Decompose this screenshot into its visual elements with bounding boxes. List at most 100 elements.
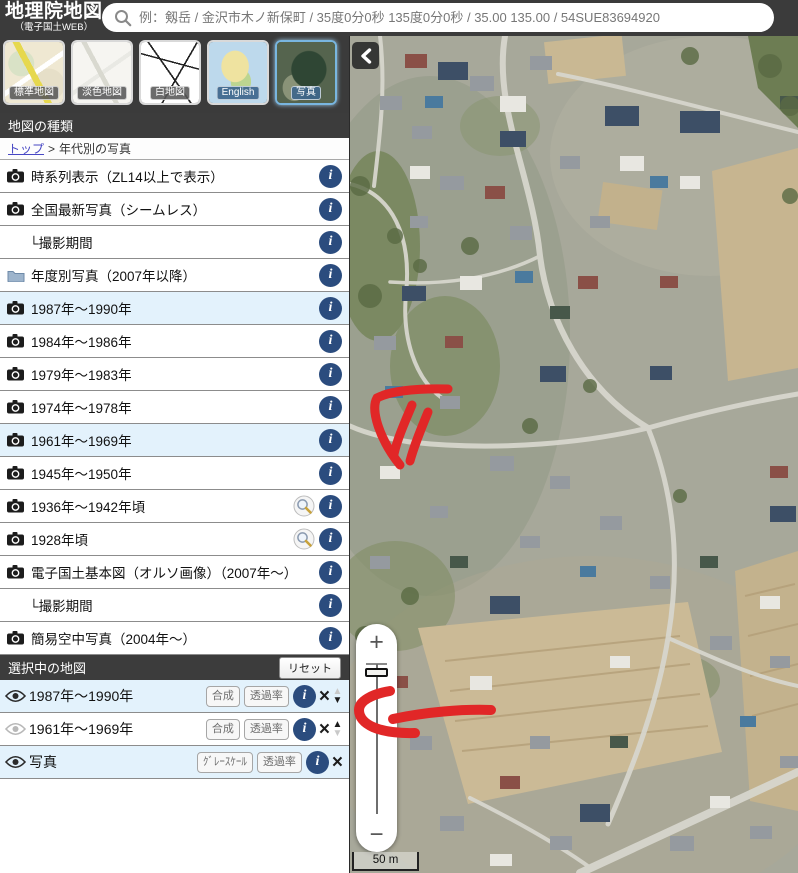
info-icon[interactable]: i bbox=[319, 264, 342, 287]
map-type-item[interactable]: 1974年～1978年 i bbox=[0, 391, 349, 424]
app-header: 地理院地図 （電子国土WEB） bbox=[0, 0, 798, 36]
zoom-in-button[interactable]: + bbox=[356, 626, 397, 658]
map-type-label: 1936年～1942年頃 bbox=[31, 496, 291, 516]
map-type-item[interactable]: └撮影期間 i bbox=[0, 589, 349, 622]
map-scale-bar: 50 m bbox=[352, 852, 419, 871]
basemap-label: English bbox=[217, 86, 260, 100]
visibility-eye-icon-hidden[interactable] bbox=[5, 722, 29, 736]
basemap-thumb-photo[interactable]: 写真 bbox=[275, 40, 337, 105]
chevron-left-icon bbox=[359, 48, 373, 64]
magnifier-icon[interactable] bbox=[293, 495, 315, 517]
info-icon[interactable]: i bbox=[319, 528, 342, 551]
collapse-sidebar-button[interactable] bbox=[352, 42, 379, 69]
map-type-label: 1974年～1978年 bbox=[31, 397, 315, 417]
map-types-header: 地図の種類 bbox=[0, 113, 349, 138]
info-icon[interactable]: i bbox=[319, 363, 342, 386]
info-icon[interactable]: i bbox=[306, 751, 329, 774]
map-type-item[interactable]: 電子国土基本図（オルソ画像）（2007年～） i bbox=[0, 556, 349, 589]
basemap-thumb-pale[interactable]: 淡色地図 bbox=[71, 40, 133, 105]
map-type-item[interactable]: 簡易空中写真（2004年～） i bbox=[0, 622, 349, 655]
info-icon[interactable]: i bbox=[319, 462, 342, 485]
opacity-button[interactable]: 透過率 bbox=[257, 752, 302, 773]
camera-icon bbox=[7, 433, 31, 447]
info-icon[interactable]: i bbox=[319, 165, 342, 188]
visibility-eye-icon[interactable] bbox=[5, 755, 29, 769]
info-icon[interactable]: i bbox=[319, 495, 342, 518]
info-icon[interactable]: i bbox=[319, 198, 342, 221]
basemap-label: 標準地図 bbox=[9, 86, 59, 100]
app-title: 地理院地図 （電子国土WEB） bbox=[5, 1, 103, 33]
map-type-item[interactable]: 年度別写真（2007年以降） i bbox=[0, 259, 349, 292]
info-icon[interactable]: i bbox=[319, 627, 342, 650]
move-down-icon[interactable]: ▼ bbox=[333, 696, 343, 705]
basemap-thumb-standard[interactable]: 標準地図 bbox=[3, 40, 65, 105]
map-viewport[interactable]: + − 50 m bbox=[350, 36, 798, 873]
map-type-item[interactable]: 1945年～1950年 i bbox=[0, 457, 349, 490]
opacity-button[interactable]: 透過率 bbox=[244, 686, 289, 707]
zoom-slider-track[interactable] bbox=[376, 664, 378, 814]
selected-layer-row: 1987年～1990年 合成 透過率 i × ▲ ▼ bbox=[0, 680, 349, 713]
layer-label: 写真 bbox=[29, 752, 193, 772]
map-type-item[interactable]: 1987年～1990年 i bbox=[0, 292, 349, 325]
aerial-photo[interactable] bbox=[350, 36, 798, 873]
basemap-thumb-blank[interactable]: 白地図 bbox=[139, 40, 201, 105]
zoom-out-button[interactable]: − bbox=[356, 820, 397, 850]
map-type-label: 1945年～1950年 bbox=[31, 463, 315, 483]
breadcrumb-home-link[interactable]: トップ bbox=[8, 140, 44, 157]
info-icon[interactable]: i bbox=[319, 396, 342, 419]
map-type-item[interactable]: 1928年頃 i bbox=[0, 523, 349, 556]
map-type-item[interactable]: 1984年～1986年 i bbox=[0, 325, 349, 358]
search-icon bbox=[114, 9, 132, 27]
blend-button[interactable]: 合成 bbox=[206, 686, 240, 707]
camera-icon bbox=[7, 631, 31, 645]
map-type-item[interactable]: 1961年～1969年 i bbox=[0, 424, 349, 457]
map-type-label: └撮影期間 bbox=[7, 232, 315, 252]
camera-icon bbox=[7, 202, 31, 216]
map-type-item[interactable]: 時系列表示（ZL14以上で表示） i bbox=[0, 160, 349, 193]
opacity-button[interactable]: 透過率 bbox=[244, 719, 289, 740]
layer-label: 1961年～1969年 bbox=[29, 719, 202, 739]
move-down-icon[interactable]: ▼ bbox=[333, 729, 343, 738]
zoom-slider-handle[interactable] bbox=[365, 668, 388, 677]
remove-layer-icon[interactable]: × bbox=[319, 687, 330, 706]
folder-icon bbox=[7, 269, 31, 282]
selected-layer-row: 写真 ｸﾞﾚｰｽｹｰﾙ 透過率 i × bbox=[0, 746, 349, 779]
map-type-item[interactable]: 1936年～1942年頃 i bbox=[0, 490, 349, 523]
app-title-main: 地理院地図 bbox=[5, 1, 103, 22]
visibility-eye-icon[interactable] bbox=[5, 689, 29, 703]
reset-button[interactable]: リセット bbox=[279, 657, 341, 679]
remove-layer-icon[interactable]: × bbox=[332, 753, 343, 772]
camera-icon bbox=[7, 301, 31, 315]
breadcrumb: トップ > 年代別の写真 bbox=[0, 138, 349, 160]
info-icon[interactable]: i bbox=[319, 429, 342, 452]
search-bar[interactable] bbox=[102, 3, 774, 32]
info-icon[interactable]: i bbox=[293, 685, 316, 708]
map-type-item[interactable]: 全国最新写真（シームレス） i bbox=[0, 193, 349, 226]
info-icon[interactable]: i bbox=[293, 718, 316, 741]
info-icon[interactable]: i bbox=[319, 231, 342, 254]
blend-button[interactable]: 合成 bbox=[206, 719, 240, 740]
info-icon[interactable]: i bbox=[319, 561, 342, 584]
camera-icon bbox=[7, 334, 31, 348]
map-type-item[interactable]: 1979年～1983年 i bbox=[0, 358, 349, 391]
map-type-label: 簡易空中写真（2004年～） bbox=[31, 628, 315, 648]
basemap-label: 淡色地図 bbox=[77, 86, 127, 100]
map-type-label: └撮影期間 bbox=[7, 595, 315, 615]
layer-sidebar: 標準地図 淡色地図 白地図 English 写真 地図の種類 トップ > 年代別… bbox=[0, 36, 350, 873]
info-icon[interactable]: i bbox=[319, 330, 342, 353]
search-input[interactable] bbox=[139, 10, 762, 25]
basemap-thumb-english[interactable]: English bbox=[207, 40, 269, 105]
basemap-selector: 標準地図 淡色地図 白地図 English 写真 bbox=[0, 36, 349, 113]
grayscale-button[interactable]: ｸﾞﾚｰｽｹｰﾙ bbox=[197, 752, 253, 773]
camera-icon bbox=[7, 565, 31, 579]
camera-icon bbox=[7, 499, 31, 513]
basemap-label: 白地図 bbox=[150, 86, 190, 100]
sidebar-empty-area bbox=[0, 779, 349, 873]
map-type-item[interactable]: └撮影期間 i bbox=[0, 226, 349, 259]
info-icon[interactable]: i bbox=[319, 594, 342, 617]
map-type-label: 全国最新写真（シームレス） bbox=[31, 199, 315, 219]
info-icon[interactable]: i bbox=[319, 297, 342, 320]
magnifier-icon[interactable] bbox=[293, 528, 315, 550]
remove-layer-icon[interactable]: × bbox=[319, 720, 330, 739]
map-type-label: 1979年～1983年 bbox=[31, 364, 315, 384]
